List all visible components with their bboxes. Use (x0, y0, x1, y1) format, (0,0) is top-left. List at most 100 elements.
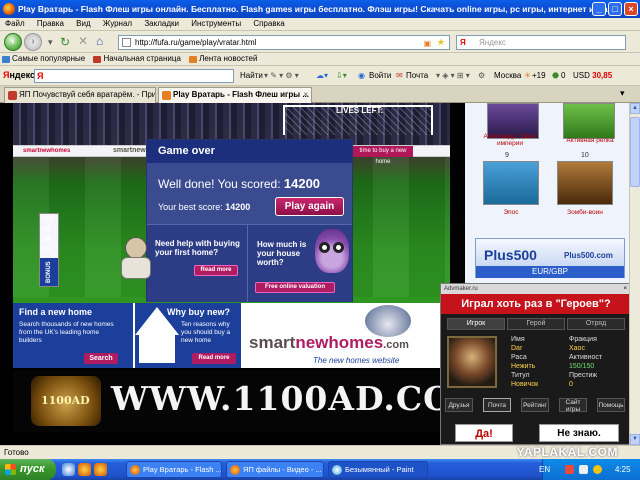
free-valuation-button[interactable]: Free online valuation (255, 282, 335, 293)
screen: Play Вратарь - Flash Флеш игры онлайн. Б… (0, 0, 640, 480)
start-button[interactable]: пуск (0, 459, 56, 480)
mail-button[interactable]: Почта (483, 398, 511, 412)
stat-label: Активност (569, 354, 603, 361)
read-more-button[interactable]: Read more (194, 265, 238, 276)
maximize-button[interactable]: □ (608, 2, 622, 16)
weather-city[interactable]: Москва (494, 71, 521, 80)
clock[interactable]: 4:25 (615, 459, 631, 480)
menu-tools[interactable]: Инструменты (186, 18, 246, 29)
tab-play-vratar[interactable]: Play Вратарь - Flash Флеш игры ... × (158, 87, 312, 104)
download-icon[interactable]: ⇩▾ (336, 71, 347, 80)
bookmark-news[interactable]: Лента новостей (187, 53, 261, 64)
taskbar-item-yaplakal[interactable]: ЯП файлы - Видео - ... (226, 461, 324, 478)
watermark: YAPLAKAL.COM (516, 445, 618, 459)
status-text: Готово (4, 448, 29, 457)
find-button[interactable]: Найти (240, 71, 263, 80)
language-indicator[interactable]: EN (539, 459, 550, 480)
tab-yaplakal[interactable]: ЯП Почувствуй себя вратарём. - Прикол... (4, 87, 156, 103)
star-icon[interactable]: ★ (437, 36, 445, 49)
yes-button[interactable]: Да! (455, 424, 513, 442)
stop-icon[interactable]: ✕ (78, 34, 88, 48)
play-again-button[interactable]: Play again (275, 197, 344, 216)
usd-rate[interactable]: USD 30,85 (573, 71, 612, 80)
game-title[interactable]: Активная репка (555, 137, 625, 144)
address-bar[interactable]: http://fufa.ru/game/play/vratar.html ▣ ★ (118, 35, 450, 50)
why-buy-title: Why buy new? (167, 307, 230, 317)
tab-player[interactable]: Игрок (447, 318, 505, 330)
rss-icon[interactable]: ▣ (423, 37, 431, 49)
bookmark-popular[interactable]: Самые популярные (0, 53, 89, 64)
game-site-button[interactable]: Сайт игры (559, 398, 587, 413)
weather-temp[interactable]: +19 (532, 71, 546, 80)
extra-icons[interactable]: ▾ ◈ ▾ ⊞ ▾ (436, 71, 470, 80)
tray-icon[interactable] (565, 465, 574, 474)
tab-squad[interactable]: Отряд (567, 318, 625, 330)
close-button[interactable]: × (624, 2, 638, 16)
home-icon[interactable]: ⌂ (96, 34, 103, 48)
taskbar-item-paint[interactable]: Безымянный - Paint (328, 461, 428, 478)
tab-list-icon[interactable]: ▾ (620, 88, 625, 99)
mail-button[interactable]: Почта (406, 71, 428, 80)
login-button[interactable]: Войти (369, 71, 391, 80)
game-title[interactable]: Зомби-воин (553, 209, 617, 216)
menu-edit[interactable]: Правка (32, 18, 69, 29)
reload-icon[interactable]: ↻ (60, 35, 70, 49)
fufa-icon (162, 91, 171, 100)
game-thumbnail[interactable] (563, 103, 615, 139)
minimize-button[interactable]: _ (592, 2, 606, 16)
game-title[interactable]: Эпос (481, 209, 541, 216)
search-input[interactable]: Я Яндекс (456, 35, 626, 50)
ie-icon[interactable] (62, 463, 75, 476)
rating-button[interactable]: Рейтинг (521, 398, 549, 412)
stat-value: 150/150 (569, 363, 595, 370)
help-button[interactable]: Помощь (597, 398, 625, 412)
yandex-search-input[interactable]: Я (34, 69, 234, 83)
firefox-icon (230, 465, 240, 475)
scroll-thumb[interactable] (630, 117, 640, 187)
read-more-button[interactable]: Read more (192, 353, 236, 364)
dropdown-icon[interactable]: ▾ (48, 37, 53, 48)
game-thumbnail[interactable] (557, 161, 613, 205)
status-bar: Готово YAPLAKAL.COM (0, 445, 640, 459)
smartnewhomes-ad[interactable]: Find a new home Search thousands of new … (13, 303, 450, 368)
close-icon[interactable]: × (623, 284, 627, 294)
ad-banner-1100ad[interactable]: 1100AD WWW.1100AD.COM (13, 370, 450, 432)
game-over-dialog: Game over Well done! You scored: 14200 Y… (121, 139, 353, 303)
tab-hero[interactable]: Герой (507, 318, 565, 330)
game-title[interactable]: Александр: Закат империи (475, 133, 545, 147)
toolbar-icons[interactable]: ▾ ✎ ▾ ⚙ ▾ (264, 71, 299, 80)
plus500-bar: EUR/GBP (476, 266, 624, 278)
stat-label: Имя (511, 336, 525, 343)
search-button[interactable]: Search (84, 353, 118, 364)
heroes-popup-ad[interactable]: Advmaker.ru × Играл хоть раз в "Героев"? … (440, 283, 629, 445)
menu-view[interactable]: Вид (71, 18, 95, 29)
menu-file[interactable]: Файл (0, 18, 30, 29)
menu-bookmarks[interactable]: Закладки (139, 18, 184, 29)
firefox-icon[interactable] (94, 463, 107, 476)
cloud-icon[interactable]: ☁▾ (316, 71, 328, 80)
friends-button[interactable]: Друзья (445, 398, 473, 412)
menu-history[interactable]: Журнал (98, 18, 137, 29)
scroll-down-icon[interactable]: ▼ (630, 434, 640, 445)
yandex-logo[interactable]: Яндекс (3, 70, 35, 80)
counter-value[interactable]: 0 (561, 71, 565, 80)
smartnewhomes-tagline: The new homes website (313, 356, 400, 365)
find-home-title: Find a new home (19, 307, 93, 317)
smartnewhomes-logo[interactable]: smartnewhomes.com (249, 333, 409, 353)
volume-icon[interactable] (593, 465, 602, 474)
menu-help[interactable]: Справка (248, 18, 289, 29)
plus500-ad[interactable]: Plus500 Plus500.com EUR/GBP (475, 238, 625, 278)
vertical-scrollbar[interactable]: ▲ ▼ (629, 103, 640, 445)
firefox-icon[interactable] (78, 463, 91, 476)
game-thumbnail[interactable] (483, 161, 539, 205)
bookmark-home[interactable]: Начальная страница (91, 53, 184, 64)
settings-icon[interactable]: ⚙ (478, 71, 485, 80)
help-buying-text: Need help with buying your first home? (155, 239, 240, 257)
scroll-up-icon[interactable]: ▲ (630, 103, 640, 114)
back-icon[interactable]: ‹ (4, 33, 22, 51)
taskbar-item-firefox[interactable]: Play Вратарь - Flash ... (126, 461, 222, 478)
dont-know-button[interactable]: Не знаю. (539, 424, 619, 442)
forward-icon[interactable]: › (24, 33, 42, 51)
tab-close-icon[interactable]: × (303, 88, 308, 102)
tray-icon[interactable] (579, 465, 588, 474)
